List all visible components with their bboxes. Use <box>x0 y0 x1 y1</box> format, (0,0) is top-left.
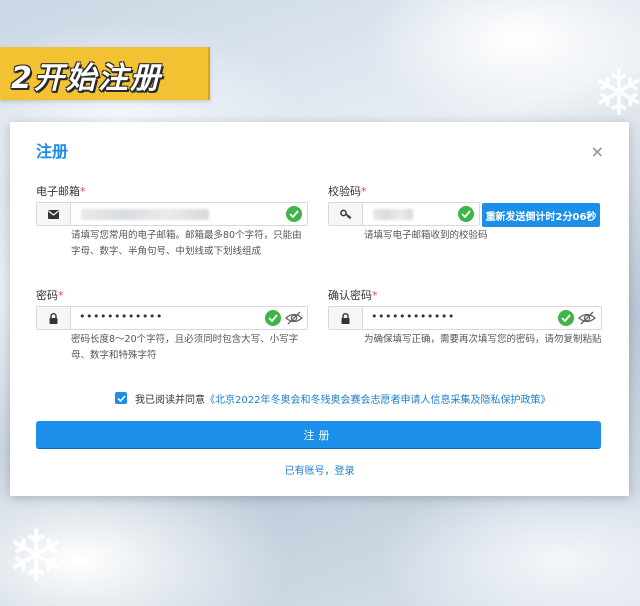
confirm-label-text: 确认密码 <box>328 289 372 302</box>
code-field[interactable] <box>328 202 480 226</box>
code-label-text: 校验码 <box>328 185 361 198</box>
check-circle-icon <box>458 206 474 222</box>
confirm-password-label: 确认密码* <box>328 287 378 303</box>
email-value-redacted <box>81 209 209 220</box>
key-icon <box>329 203 363 225</box>
confirm-password-hint: 为确保填写正确，需要再次填写您的密码，请勿复制粘贴 <box>364 334 602 345</box>
password-value: •••••••••••• <box>79 310 163 323</box>
agree-text: 我已阅读并同意 <box>135 394 205 406</box>
agreement-row: 我已阅读并同意 《北京2022年冬奥会和冬残奥会赛会志愿者申请人信息采集及隐私保… <box>115 390 550 406</box>
privacy-policy-link[interactable]: 《北京2022年冬奥会和冬残奥会赛会志愿者申请人信息采集及隐私保护政策》 <box>205 391 550 406</box>
register-submit-button[interactable]: 注册 <box>36 421 601 449</box>
envelope-icon <box>37 203 71 225</box>
register-dialog: 注册 × 电子邮箱* 请填写您常用的电子邮箱。邮箱最多80个字符，只能由字母、数… <box>10 122 629 496</box>
snowflake-decoration-icon: ❄ <box>6 514 67 598</box>
lock-icon <box>329 307 363 329</box>
eye-slash-icon[interactable] <box>285 310 303 326</box>
required-mark: * <box>80 185 86 198</box>
required-mark: * <box>372 289 378 302</box>
password-label-text: 密码 <box>36 289 58 302</box>
step-banner: 2开始注册 <box>0 47 210 100</box>
check-circle-icon <box>558 310 574 326</box>
lock-icon <box>37 307 71 329</box>
resend-code-button[interactable]: 重新发送倒计时2分06秒 <box>482 203 600 227</box>
password-field[interactable]: •••••••••••• <box>36 306 308 330</box>
snowflake-decoration-icon: ❄ <box>592 57 640 131</box>
password-hint: 密码长度8～20个字符，且必须同时包含大写、小写字母、数字和特殊字符 <box>71 334 299 361</box>
step-banner-text: 2开始注册 <box>11 61 162 96</box>
agree-checkbox[interactable] <box>115 392 127 404</box>
required-mark: * <box>58 289 64 302</box>
email-field[interactable] <box>36 202 308 226</box>
required-mark: * <box>361 185 367 198</box>
eye-slash-icon[interactable] <box>578 310 596 326</box>
login-link[interactable]: 已有账号，登录 <box>10 462 629 477</box>
check-circle-icon <box>265 310 281 326</box>
confirm-password-field[interactable]: •••••••••••• <box>328 306 602 330</box>
code-hint: 请填写电子邮箱收到的校验码 <box>364 230 488 241</box>
check-circle-icon <box>286 206 302 222</box>
close-icon[interactable]: × <box>591 142 604 161</box>
password-label: 密码* <box>36 287 64 303</box>
confirm-password-value: •••••••••••• <box>371 310 455 323</box>
email-hint: 请填写您常用的电子邮箱。邮箱最多80个字符，只能由字母、数字、半角句号、中划线或… <box>71 230 302 257</box>
email-label: 电子邮箱* <box>36 183 86 199</box>
code-value-redacted <box>373 209 413 220</box>
email-label-text: 电子邮箱 <box>36 185 80 198</box>
dialog-title: 注册 <box>36 142 69 161</box>
code-label: 校验码* <box>328 183 367 199</box>
